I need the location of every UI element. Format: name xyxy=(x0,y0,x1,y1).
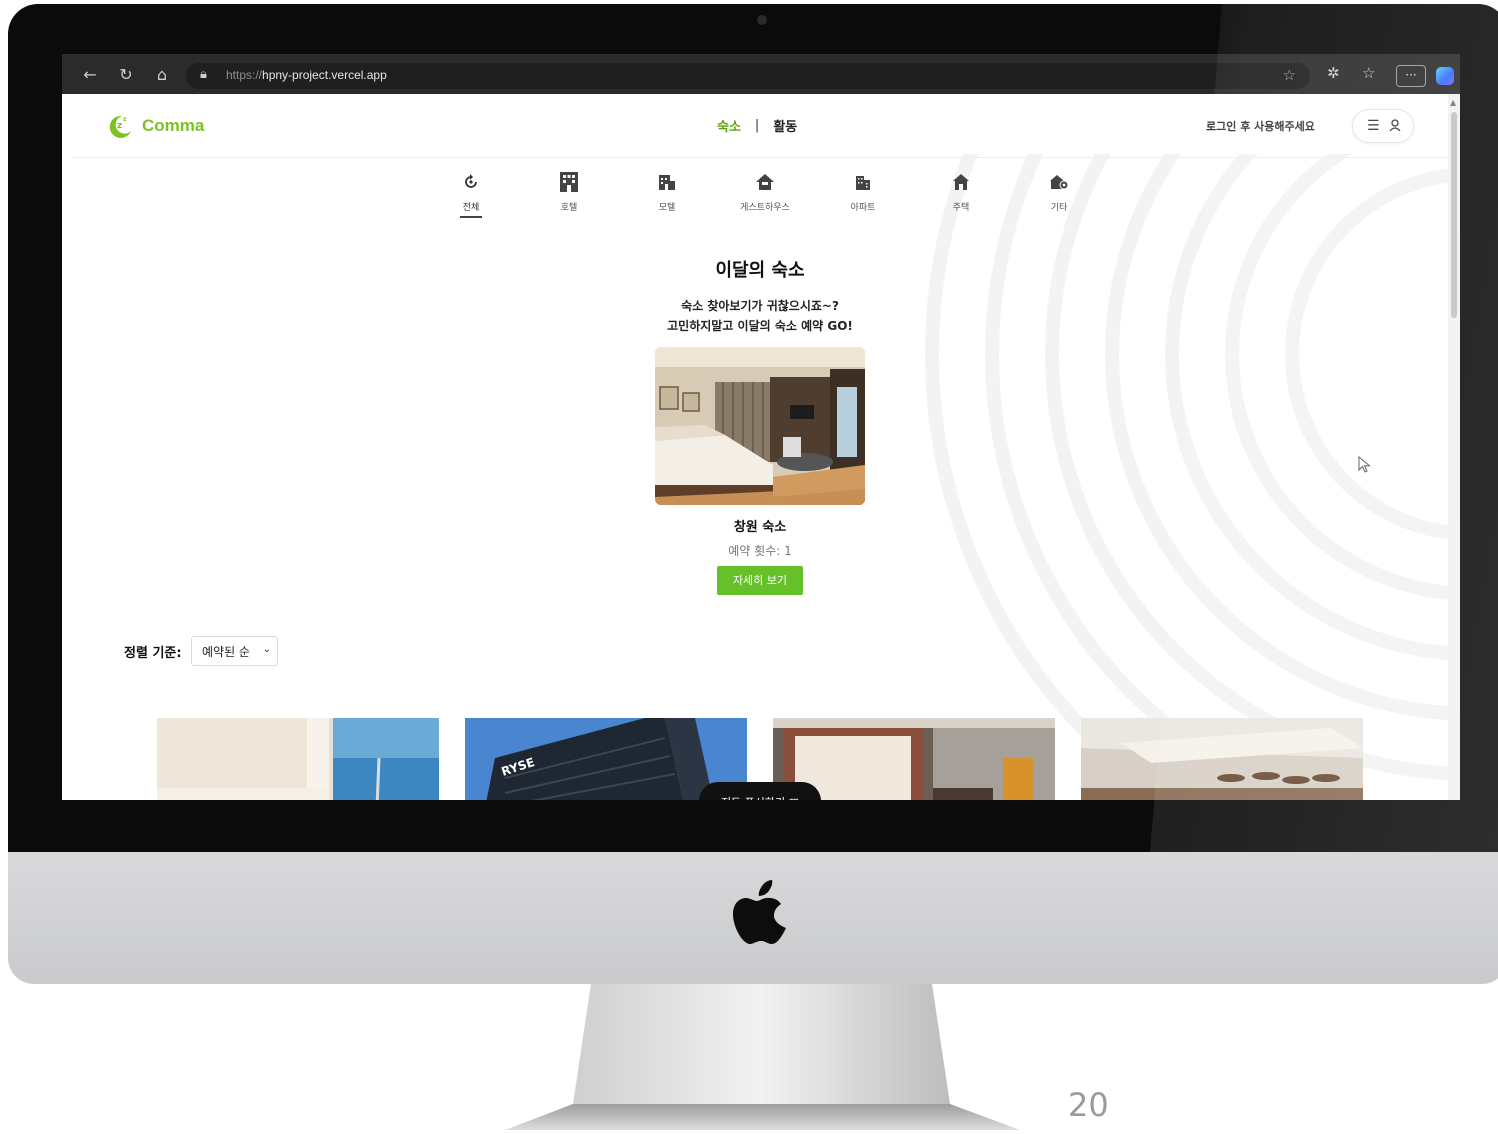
category-hotel[interactable]: 호텔 xyxy=(527,170,611,213)
background-arcs xyxy=(925,154,1448,800)
category-label: 전체 xyxy=(462,203,480,213)
extensions-icon[interactable]: ✲ xyxy=(1327,64,1340,82)
category-label: 호텔 xyxy=(560,203,578,213)
featured-subtitle: 숙소 찾아보기가 귀찮으시죠~? 고민하지말고 이달의 숙소 예약 GO! xyxy=(72,296,1448,336)
svg-text:z: z xyxy=(123,116,127,123)
category-all[interactable]: 전체 xyxy=(429,170,513,218)
category-label: 기타 xyxy=(1050,203,1068,213)
address-bar[interactable]: 🔒︎ https://hpny-project.vercel.app ☆ xyxy=(186,63,1310,89)
featured-subtitle-line2: 고민하지말고 이달의 숙소 예약 GO! xyxy=(667,319,853,333)
featured-name: 창원 숙소 xyxy=(733,520,787,535)
logo[interactable]: z z Comma xyxy=(106,112,204,140)
top-tabs: 숙소 | 활동 xyxy=(717,116,797,135)
other-icon xyxy=(1017,170,1101,194)
listing-card-photo[interactable] xyxy=(1081,718,1363,800)
login-message: 로그인 후 사용해주세요 xyxy=(1206,120,1315,133)
refresh-icon xyxy=(429,170,513,194)
scrollbar-thumb[interactable] xyxy=(1451,112,1457,318)
category-house[interactable]: 주택 xyxy=(919,170,1003,213)
monitor-camera xyxy=(757,15,767,25)
back-arrow-icon[interactable]: ← xyxy=(80,65,100,85)
sort-label: 정렬 기준: xyxy=(124,646,182,661)
listing-card-photo[interactable] xyxy=(157,718,439,800)
show-map-button[interactable]: 지도 표시하기 ▥ xyxy=(699,782,821,800)
chevron-down-icon: ⌄ xyxy=(262,644,271,655)
scroll-up-arrow-icon[interactable]: ▲ xyxy=(1450,98,1456,107)
category-bar: 전체 호텔 모텔 게스트하우스 아파트 주택 기타 xyxy=(437,170,1077,230)
motel-icon xyxy=(625,170,709,194)
home-icon[interactable]: ⌂ xyxy=(152,65,172,85)
category-guesthouse[interactable]: 게스트하우스 xyxy=(723,170,807,213)
featured-title: 이달의 숙소 xyxy=(715,260,805,281)
moon-logo-icon: z z xyxy=(109,115,131,138)
category-motel[interactable]: 모텔 xyxy=(625,170,709,213)
url-text: https://hpny-project.vercel.app xyxy=(226,68,387,82)
favorites-icon[interactable]: ☆ xyxy=(1362,64,1375,82)
house-icon xyxy=(919,170,1003,194)
category-apartment[interactable]: 아파트 xyxy=(821,170,905,213)
sort-selected-value: 예약된 순 xyxy=(202,645,250,659)
more-menu-button[interactable]: ··· xyxy=(1396,65,1426,87)
apartment-icon xyxy=(821,170,905,194)
mouse-cursor-icon xyxy=(1358,456,1371,473)
category-other[interactable]: 기타 xyxy=(1017,170,1101,213)
category-label: 아파트 xyxy=(850,203,876,213)
browser-toolbar: ← ↻ ⌂ 🔒︎ https://hpny-project.vercel.app… xyxy=(62,54,1460,94)
browser-window: ← ↻ ⌂ 🔒︎ https://hpny-project.vercel.app… xyxy=(62,54,1460,800)
user-icon xyxy=(1389,119,1401,135)
user-menu-button[interactable]: ☰ xyxy=(1352,109,1414,143)
slide-number: 20 xyxy=(1068,1086,1109,1124)
guesthouse-icon xyxy=(723,170,807,194)
category-label: 게스트하우스 xyxy=(740,203,790,213)
active-underline xyxy=(460,216,482,218)
detail-button[interactable]: 자세히 보기 xyxy=(717,566,803,595)
site-header: z z Comma 숙소 | 활동 로그인 후 사용해주세요 ☰ xyxy=(72,94,1448,158)
monitor-stand xyxy=(505,984,1020,1130)
tab-lodging[interactable]: 숙소 xyxy=(717,116,741,135)
featured-subtitle-line1: 숙소 찾아보기가 귀찮으시죠~? xyxy=(681,299,839,313)
tab-separator: | xyxy=(754,118,760,133)
apple-logo-icon xyxy=(733,880,786,944)
category-label: 모텔 xyxy=(658,203,676,213)
hamburger-menu-icon: ☰ xyxy=(1367,118,1380,134)
slide: ← ↻ ⌂ 🔒︎ https://hpny-project.vercel.app… xyxy=(0,0,1498,1134)
lock-icon: 🔒︎ xyxy=(200,67,207,82)
page-scrollbar[interactable]: ▲ xyxy=(1448,94,1460,800)
sort-select[interactable]: 예약된 순 ⌄ xyxy=(191,636,278,666)
tab-activity[interactable]: 활동 xyxy=(773,116,797,135)
logo-text: Comma xyxy=(142,116,205,135)
copilot-icon[interactable] xyxy=(1436,67,1454,85)
svg-text:z: z xyxy=(117,121,122,131)
hotel-icon xyxy=(527,170,611,194)
booking-count: 예약 횟수: 1 xyxy=(728,544,792,558)
reload-icon[interactable]: ↻ xyxy=(116,65,136,85)
web-page: z z Comma 숙소 | 활동 로그인 후 사용해주세요 ☰ 전체 호텔 모… xyxy=(72,94,1448,800)
category-label: 주택 xyxy=(952,203,970,213)
featured-room-photo[interactable] xyxy=(655,347,865,505)
favorite-star-icon[interactable]: ☆ xyxy=(1283,66,1296,84)
